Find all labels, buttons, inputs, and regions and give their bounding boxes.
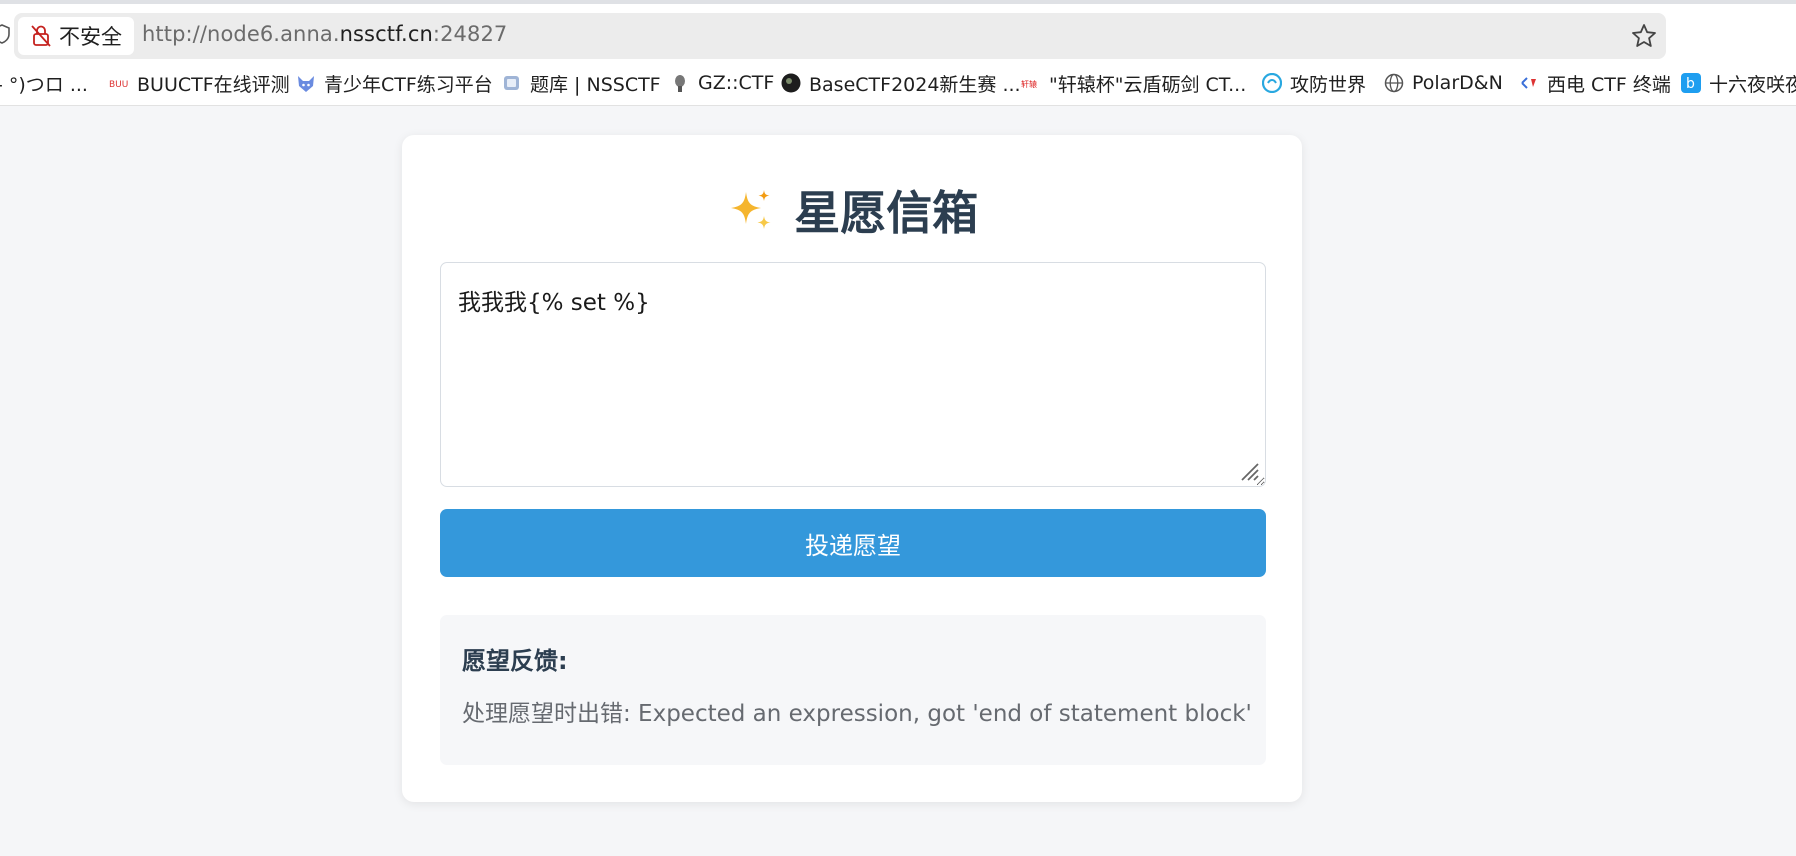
bookmark-item[interactable]: 题库 | NSSCTF <box>502 71 661 96</box>
bookmark-label: "轩辕杯"云盾砺剑 CT... <box>1049 73 1247 96</box>
bookmark-item[interactable]: GZ::CTF <box>670 71 774 95</box>
bookmark-label: GZ::CTF <box>698 72 775 94</box>
svg-text:BUU: BUU <box>109 80 128 90</box>
security-indicator[interactable]: 不安全 <box>18 17 134 55</box>
url-text[interactable]: http://node6.anna.nssctf.cn:24827 <box>142 22 507 46</box>
bookmark-label: 攻防世界 <box>1290 73 1367 96</box>
globe-icon <box>1384 73 1404 93</box>
bookmark-label: 题库 | NSSCTF <box>530 73 661 96</box>
url-host: nssctf.cn <box>339 22 433 46</box>
xuanyuan-icon: 轩辕 <box>1021 79 1037 89</box>
bookmark-label: BaseCTF2024新生赛 ... <box>809 73 1021 96</box>
bookmark-label: PolarD&N <box>1412 72 1503 94</box>
address-bar[interactable]: 不安全 http://node6.anna.nssctf.cn:24827 <box>14 13 1666 59</box>
title-row: 星愿信箱 <box>402 177 1302 243</box>
submit-wish-button[interactable]: 投递愿望 <box>440 509 1266 577</box>
bookmark-item[interactable]: 攻防世界 <box>1262 71 1367 96</box>
bookmarks-bar: - °)つロ ... BUU BUUCTF在线评测 青少年CTF练习平台 题库 … <box>0 60 1796 106</box>
sparkles-icon <box>730 190 771 229</box>
fox-icon <box>298 76 314 92</box>
xidian-icon <box>1521 77 1536 89</box>
svg-text:b: b <box>1686 76 1695 92</box>
bookmark-label: 西电 CTF 终端 <box>1547 73 1671 96</box>
bookmark-item[interactable]: BaseCTF2024新生赛 ... <box>781 71 1021 96</box>
b-icon: b <box>1681 73 1701 93</box>
bookmark-item[interactable]: 青少年CTF练习平台 <box>296 71 493 96</box>
bookmark-label: 青少年CTF练习平台 <box>324 73 493 96</box>
feedback-message: 处理愿望时出错: Expected an expression, got 'en… <box>462 701 1252 727</box>
buuctf-icon: BUU <box>109 80 128 90</box>
bookmark-item[interactable]: b 十六夜咲夜 <box>1681 71 1796 96</box>
adworld-icon <box>1262 73 1282 93</box>
feedback-title: 愿望反馈: <box>462 647 568 675</box>
bookmark-item[interactable]: 西电 CTF 终端 <box>1519 71 1671 96</box>
nssctf-icon <box>504 76 519 90</box>
bookmark-label: - °)つロ ... <box>0 73 88 96</box>
bookmark-item[interactable]: - °)つロ ... <box>0 71 88 96</box>
url-prefix: http://node6.anna. <box>142 22 340 46</box>
bookmark-label: 十六夜咲夜 <box>1709 73 1796 96</box>
gzctf-icon <box>675 75 685 92</box>
feedback-panel: 愿望反馈: 处理愿望时出错: Expected an expression, g… <box>440 615 1266 765</box>
page-title: 星愿信箱 <box>794 186 979 240</box>
not-secure-lock-icon <box>31 25 51 47</box>
browser-toolbar: 不安全 http://node6.anna.nssctf.cn:24827 <box>0 0 1796 60</box>
wish-card: 星愿信箱 我我我{% set %} 投递愿望 愿望反馈: 处理愿望时出错: Ex… <box>402 135 1302 802</box>
svg-text:轩辕: 轩辕 <box>1021 79 1037 89</box>
star-icon[interactable] <box>1630 22 1658 50</box>
basectf-icon <box>781 73 801 93</box>
bookmark-item[interactable]: 轩辕 "轩辕杯"云盾砺剑 CT... <box>1021 71 1247 96</box>
bookmark-item[interactable]: PolarD&N <box>1384 71 1503 95</box>
bookmark-label: BUUCTF在线评测 <box>137 73 290 96</box>
shield-icon[interactable] <box>0 24 10 44</box>
wish-textarea[interactable]: 我我我{% set %} <box>440 262 1266 487</box>
security-label: 不安全 <box>59 25 122 49</box>
url-port: :24827 <box>432 22 508 46</box>
bookmark-item[interactable]: BUU BUUCTF在线评测 <box>109 71 290 96</box>
